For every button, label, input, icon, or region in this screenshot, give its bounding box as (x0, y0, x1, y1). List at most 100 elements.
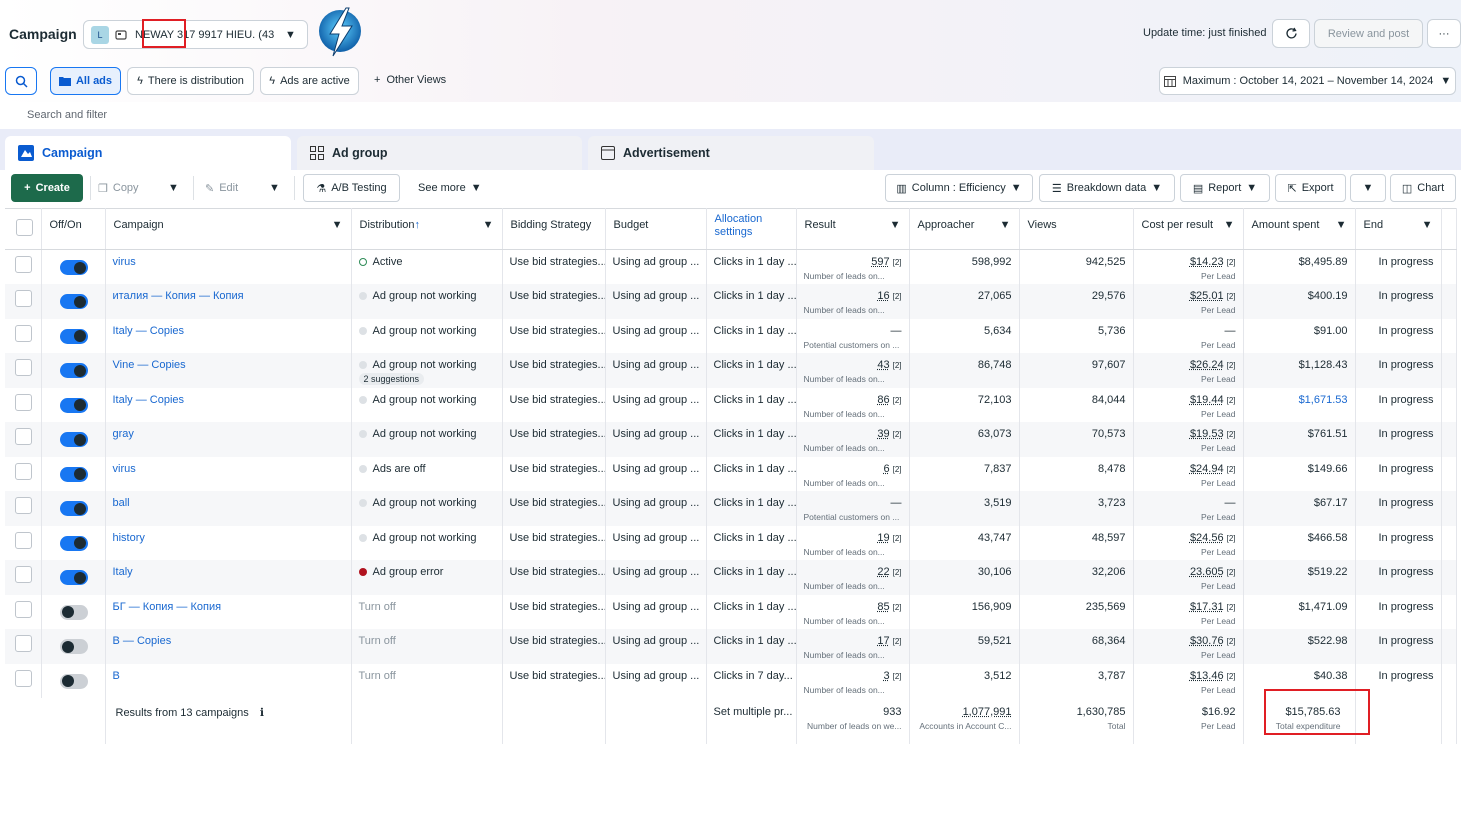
result-value[interactable]: 16 (877, 290, 889, 302)
campaign-toggle[interactable] (59, 570, 88, 585)
campaign-name[interactable]: Vine — Copies (105, 353, 352, 388)
campaign-name[interactable]: history (105, 525, 352, 560)
campaign-name[interactable]: италия — Копия — Копия (105, 284, 352, 319)
cpr-value[interactable]: $14.23 (1190, 256, 1224, 268)
row-select[interactable] (5, 456, 42, 491)
breakdown-button[interactable]: ☰ Breakdown data ▼ (1039, 174, 1175, 202)
cpr-value[interactable]: $26.24 (1190, 359, 1224, 371)
row-checkbox[interactable] (15, 324, 32, 342)
account-selector[interactable]: L NEWAY 317 9917 HIEU. (43... ▼ (83, 20, 308, 49)
campaign-toggle[interactable] (59, 432, 88, 447)
campaign-toggle[interactable] (59, 604, 88, 620)
result-value[interactable]: — (891, 497, 902, 509)
campaign-name[interactable]: ball (105, 491, 352, 526)
row-select[interactable] (5, 249, 42, 284)
campaign-name[interactable]: virus (105, 249, 352, 284)
cpr-value[interactable]: $25.01 (1190, 290, 1224, 302)
row-select[interactable] (5, 491, 42, 526)
row-checkbox[interactable] (15, 566, 32, 583)
header-amount-spent[interactable]: Amount spent ▼ (1243, 208, 1356, 250)
row-checkbox[interactable] (15, 497, 32, 514)
header-off-on[interactable]: Off/On (41, 208, 106, 250)
result-value[interactable]: 19 (877, 532, 889, 544)
campaign-toggle[interactable] (59, 673, 88, 689)
row-checkbox[interactable] (15, 428, 32, 445)
row-select[interactable] (5, 525, 42, 560)
search-filter-input[interactable]: Search and filter (5, 102, 1461, 129)
campaign-name[interactable]: БГ — Копия — Копия (105, 594, 352, 629)
refresh-button[interactable] (1272, 19, 1310, 48)
cpr-value[interactable]: $24.94 (1190, 463, 1224, 475)
row-checkbox[interactable] (15, 531, 32, 549)
tab-ad-group[interactable]: Ad group (297, 136, 582, 170)
row-toggle-cell[interactable] (41, 629, 106, 664)
campaign-name[interactable]: Italy (105, 560, 352, 595)
table-row[interactable]: БГ — Копия — Копия Turn off Use bid stra… (5, 594, 1457, 629)
table-row[interactable]: Italy — Copies Ad group not working Use … (5, 387, 1457, 422)
campaign-toggle[interactable] (59, 535, 88, 551)
suggestions-badge[interactable]: 2 suggestions (358, 373, 425, 385)
table-row[interactable]: gray Ad group not working Use bid strate… (5, 422, 1457, 457)
row-select[interactable] (5, 629, 42, 664)
cpr-value[interactable]: 23.605 (1190, 566, 1224, 578)
row-toggle-cell[interactable] (41, 456, 106, 491)
row-checkbox[interactable] (15, 290, 32, 307)
table-row[interactable]: Italy Ad group error Use bid strategies.… (5, 560, 1457, 595)
tab-advertisement[interactable]: Advertisement (588, 136, 874, 170)
review-and-post-button[interactable]: Review and post (1314, 19, 1423, 48)
chart-button[interactable]: ◫ Chart (1390, 174, 1456, 202)
header-allocation[interactable]: Allocation settings (706, 208, 797, 250)
row-select[interactable] (5, 353, 42, 388)
table-row[interactable]: history Ad group not working Use bid str… (5, 525, 1457, 560)
row-toggle-cell[interactable] (41, 353, 106, 388)
table-row[interactable]: B Turn off Use bid strategies... Using a… (5, 663, 1457, 698)
cpr-value[interactable]: $24.56 (1190, 532, 1224, 544)
result-value[interactable]: 6 (883, 463, 889, 475)
result-value[interactable]: 43 (877, 359, 889, 371)
header-end[interactable]: End ▼ (1355, 208, 1442, 250)
result-value[interactable]: 17 (877, 635, 889, 647)
see-more-button[interactable]: See more ▼ (418, 174, 482, 202)
campaign-toggle[interactable] (59, 260, 88, 275)
select-all-checkbox[interactable] (16, 219, 33, 236)
result-value[interactable]: 3 (883, 670, 889, 682)
copy-dropdown-button[interactable]: ▼ (168, 174, 179, 202)
copy-button[interactable]: ❐ Copy (98, 174, 139, 202)
edit-dropdown-button[interactable]: ▼ (269, 174, 280, 202)
header-select[interactable] (5, 208, 42, 250)
row-toggle-cell[interactable] (41, 318, 106, 353)
campaign-name[interactable]: gray (105, 422, 352, 457)
table-row[interactable]: B — Copies Turn off Use bid strategies..… (5, 629, 1457, 664)
other-views-button[interactable]: + Other Views (374, 74, 446, 86)
row-toggle-cell[interactable] (41, 387, 106, 422)
header-distribution[interactable]: Distribution↑ ▼ (351, 208, 503, 250)
row-select[interactable] (5, 422, 42, 457)
result-value[interactable]: 597 (871, 256, 889, 268)
campaign-toggle[interactable] (59, 294, 88, 309)
row-toggle-cell[interactable] (41, 249, 106, 284)
header-result[interactable]: Result ▼ (796, 208, 910, 250)
header-approacher[interactable]: Approacher ▼ (909, 208, 1020, 250)
view-ads-active[interactable]: ϟ Ads are active (260, 67, 359, 95)
table-row[interactable]: virus Active Use bid strategies... Using… (5, 249, 1457, 284)
row-checkbox[interactable] (15, 600, 32, 618)
header-budget[interactable]: Budget (605, 208, 707, 250)
row-toggle-cell[interactable] (41, 594, 106, 629)
campaign-toggle[interactable] (59, 501, 88, 516)
edit-button[interactable]: ✎ Edit (205, 174, 238, 202)
table-row[interactable]: италия — Копия — Копия Ad group not work… (5, 284, 1457, 319)
row-toggle-cell[interactable] (41, 422, 106, 457)
search-button[interactable] (5, 67, 37, 95)
row-toggle-cell[interactable] (41, 663, 106, 698)
totals-reach[interactable]: 1,077,991 (963, 706, 1012, 718)
result-value[interactable]: 85 (877, 601, 889, 613)
header-cost-per-result[interactable]: Cost per result ▼ (1133, 208, 1244, 250)
campaign-toggle[interactable] (59, 466, 88, 482)
header-campaign[interactable]: Campaign ▼ (105, 208, 352, 250)
result-value[interactable]: — (891, 325, 902, 337)
row-select[interactable] (5, 387, 42, 422)
row-select[interactable] (5, 663, 42, 698)
cpr-value[interactable]: $19.53 (1190, 428, 1224, 440)
row-checkbox[interactable] (15, 462, 32, 480)
result-value[interactable]: 22 (877, 566, 889, 578)
